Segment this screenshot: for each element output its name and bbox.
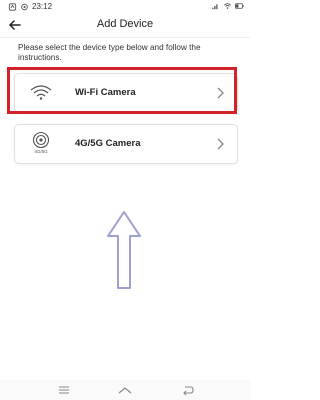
up-arrow-annotation [107,211,141,289]
highlight-box [7,67,237,114]
chevron-right-icon [217,138,224,150]
status-time: 23:12 [32,2,53,11]
icon-caption: 4G/5G [34,149,48,154]
cellular-camera-icon: 4G/5G [27,130,55,158]
status-bar: 23:12 [0,0,250,14]
page-title: Add Device [96,18,154,30]
back-nav-icon[interactable] [180,384,196,396]
battery-icon [235,3,244,9]
instructions-text: Please select the device type below and … [18,43,201,62]
app-header: Add Device [0,14,250,36]
device-option-4g5g-camera[interactable]: 4G/5G 4G/5G Camera [14,124,238,164]
device-label: 4G/5G Camera [75,138,141,149]
menu-icon[interactable] [56,384,72,396]
signal-icon [212,4,218,10]
wifi-status-icon [224,3,231,9]
settings-notification-icon [21,3,28,10]
system-nav-bar [0,380,250,400]
header-divider [0,37,250,38]
home-icon[interactable] [117,384,133,396]
app-notification-icon [8,2,17,11]
